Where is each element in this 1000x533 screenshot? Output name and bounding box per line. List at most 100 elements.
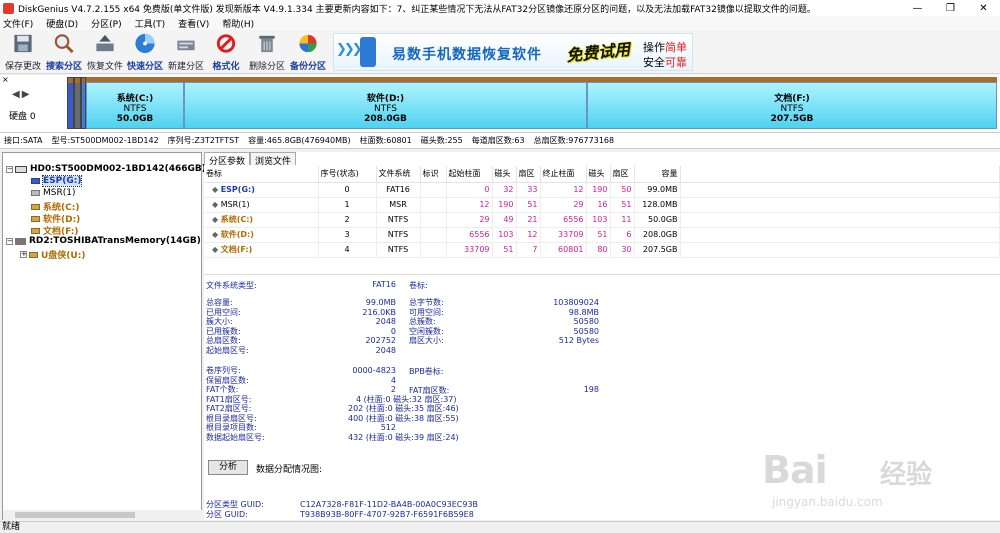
- backup-icon: [299, 34, 317, 53]
- tree-scrollbar[interactable]: [3, 510, 203, 520]
- col-index[interactable]: 序号(状态): [318, 166, 377, 183]
- info-key: 保留扇区数:: [206, 375, 249, 385]
- save-changes-button[interactable]: 保存更改: [4, 32, 42, 72]
- tree-disk-rd2[interactable]: − RD2:TOSHIBATransMemory(14GB): [6, 236, 201, 246]
- promo-banner[interactable]: ❯❯❯ 易数手机数据恢复软件 免费试用 操作简单 安全可靠: [333, 33, 693, 71]
- banner-line-2: 安全可靠: [643, 54, 687, 70]
- disk-nav-arrows[interactable]: ◀▶: [12, 89, 31, 100]
- fs-type-row: 文件系统类型: FAT16: [206, 280, 396, 291]
- col-start-sector[interactable]: 扇区: [516, 166, 541, 183]
- segment-documents-f[interactable]: 文档(F:) NTFS 207.5GB: [587, 77, 997, 129]
- table-row[interactable]: ◆ 文档(F:) 4 NTFS 33709 51 7 60801 80 30 2…: [204, 242, 1000, 258]
- col-label[interactable]: 卷标: [204, 166, 319, 183]
- info-value: 432 (柱面:0 磁头:39 扇区:24): [348, 432, 459, 442]
- search-partition-button[interactable]: 搜索分区: [45, 32, 83, 72]
- table-row[interactable]: ◆ 软件(D:) 3 NTFS 6556 103 12 33709 51 6 2…: [204, 227, 1000, 243]
- cell: 2: [318, 212, 377, 228]
- collapse-toggle[interactable]: −: [6, 237, 13, 245]
- menu-partition[interactable]: 分区(P): [91, 17, 121, 30]
- quick-partition-button[interactable]: 快速分区: [126, 32, 164, 72]
- tab-partition-params[interactable]: 分区参数: [204, 152, 251, 167]
- fat-sectors-value: 198: [583, 385, 599, 394]
- delete-partition-button[interactable]: 删除分区: [248, 32, 286, 72]
- partition-table: 卷标 序号(状态) 文件系统 标识 起始柱面 磁头 扇区 终止柱面 磁头 扇区 …: [204, 166, 1000, 258]
- window-title: DiskGenius V4.7.2.155 x64 免费版(单文件版) 发现新版…: [18, 4, 816, 15]
- tree-item-usb-u[interactable]: + U盘侠(U:): [20, 248, 85, 261]
- info-key: 起始扇区号:: [206, 345, 249, 355]
- col-end-cylinder[interactable]: 终止柱面: [540, 166, 587, 183]
- col-end-sector[interactable]: 扇区: [610, 166, 635, 183]
- cell: 103: [586, 212, 611, 228]
- cell: 51: [516, 197, 541, 213]
- segment-fs: NTFS: [780, 104, 804, 114]
- info-key: 根目录项目数:: [206, 423, 257, 432]
- new-partition-button[interactable]: 新建分区: [167, 32, 205, 72]
- cell: 21: [516, 212, 541, 228]
- col-capacity[interactable]: 容量: [634, 166, 681, 183]
- menu-help[interactable]: 帮助(H): [222, 17, 254, 30]
- col-start-cylinder[interactable]: 起始柱面: [446, 166, 493, 183]
- table-row[interactable]: ◆ 系统(C:) 2 NTFS 29 49 21 6556 103 11 50.…: [204, 212, 1000, 228]
- cell: MSR: [376, 197, 421, 213]
- cell: 6556: [540, 212, 587, 228]
- menu-file[interactable]: 文件(F): [3, 17, 33, 30]
- recover-icon: [96, 34, 114, 52]
- segment-esp[interactable]: [67, 77, 74, 129]
- col-id[interactable]: 标识: [420, 166, 447, 183]
- fs-left-col: 总容量: 99.0MB 已用空间: 216.0KB 簇大小: 2048 已用簇数: 0 …: [206, 298, 396, 355]
- tree-disk-hd0[interactable]: − HD0:ST500DM002-1BD142(466GB): [6, 164, 206, 174]
- col-end-head[interactable]: 磁头: [586, 166, 611, 183]
- backup-partition-button[interactable]: 备份分区: [289, 32, 327, 72]
- fs-type-value: FAT16: [372, 280, 396, 289]
- cell: 11: [610, 212, 635, 228]
- analyze-button[interactable]: 分析: [208, 460, 248, 475]
- cell: 51: [610, 197, 635, 213]
- menu-tools[interactable]: 工具(T): [135, 17, 166, 30]
- maximize-button[interactable]: ❐: [934, 0, 967, 16]
- cell: 12: [516, 227, 541, 243]
- tree-item-esp[interactable]: ESP(G:): [31, 175, 83, 187]
- disk-map-close[interactable]: ×: [2, 75, 9, 84]
- table-header: 卷标 序号(状态) 文件系统 标识 起始柱面 磁头 扇区 终止柱面 磁头 扇区 …: [204, 166, 1000, 183]
- cell: 190: [492, 197, 517, 213]
- disk-model: 型号:ST500DM002-1BD142: [51, 136, 159, 145]
- expand-toggle[interactable]: +: [20, 251, 27, 258]
- disk-tree: − HD0:ST500DM002-1BD142(466GB) ESP(G:) M…: [2, 152, 206, 520]
- table-row[interactable]: ◆ MSR(1) 1 MSR 12 190 51 29 16 51 128.0M…: [204, 197, 1000, 213]
- tree-item-msr[interactable]: MSR(1): [31, 188, 75, 198]
- banner-line-1: 操作简单: [643, 39, 687, 55]
- cell: 1: [318, 197, 377, 213]
- volume-label-row: 卷标:: [409, 280, 428, 291]
- format-button[interactable]: 格式化: [207, 32, 245, 72]
- menu-view[interactable]: 查看(V): [178, 17, 209, 30]
- guid-key: 分区类型 GUID:: [206, 500, 264, 509]
- info-key: 数据起始扇区号:: [206, 432, 265, 442]
- collapse-toggle[interactable]: −: [6, 165, 13, 173]
- segment-msr[interactable]: [74, 77, 81, 129]
- cell: 16: [586, 197, 611, 213]
- usb-disk-icon: [15, 237, 26, 245]
- magnifier-icon: [54, 34, 74, 54]
- phone-icon: [360, 37, 376, 67]
- col-filesystem[interactable]: 文件系统: [376, 166, 421, 183]
- segment-software-d[interactable]: 软件(D:) NTFS 208.0GB: [184, 77, 587, 129]
- watermark-cn: 经验: [880, 460, 933, 490]
- menu-disk[interactable]: 硬盘(D): [46, 17, 78, 30]
- bpb-col: 卷序列号: 0000-4823 保留扇区数: 4 FAT个数: 2 FAT1扇区号: 4…: [206, 366, 496, 442]
- tree-item-label: ESP(G:): [41, 175, 83, 187]
- col-spacer: [680, 166, 1000, 183]
- new-partition-icon: [177, 40, 195, 51]
- minimize-button[interactable]: —: [901, 0, 934, 16]
- info-value: 98.8MB: [568, 307, 599, 317]
- info-value: 2048: [375, 345, 396, 355]
- close-button[interactable]: ✕: [967, 0, 1000, 16]
- segment-system-c[interactable]: 系统(C:) NTFS 50.0GB: [86, 77, 184, 129]
- col-start-head[interactable]: 磁头: [492, 166, 517, 183]
- banner-text: 易数手机数据恢复软件: [392, 47, 542, 63]
- filesystem-info: 文件系统类型: FAT16 卷标: 总容量: 99.0MB 已用空间: 216.0K…: [204, 278, 1000, 458]
- recover-files-button[interactable]: 恢复文件: [86, 32, 124, 72]
- table-row[interactable]: ◆ ESP(G:) 0 FAT16 0 32 33 12 190 50 99.0…: [204, 182, 1000, 198]
- info-key: 根目录扇区号:: [206, 413, 257, 423]
- tab-browse-files[interactable]: 浏览文件: [250, 152, 297, 167]
- cell: 50: [610, 182, 635, 198]
